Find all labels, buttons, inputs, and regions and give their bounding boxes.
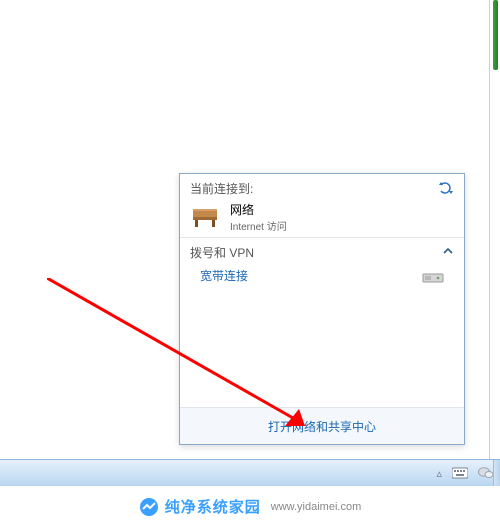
open-network-center-button[interactable]: 打开网络和共享中心 — [262, 417, 382, 436]
show-desktop-button[interactable] — [493, 460, 500, 486]
dialup-item-label: 宽带连接 — [200, 267, 248, 284]
system-tray: ▵ — [436, 460, 494, 486]
network-bench-icon — [190, 203, 224, 231]
ime-icon[interactable] — [452, 466, 468, 480]
modem-icon — [422, 268, 444, 284]
side-accent — [493, 0, 498, 70]
current-connection-heading: 当前连接到: — [190, 182, 253, 196]
refresh-icon[interactable] — [438, 180, 454, 196]
flyout-footer: 打开网络和共享中心 — [180, 407, 464, 444]
watermark-url: www.yidaimei.com — [271, 501, 361, 513]
watermark-strip: 纯净系统家园 www.yidaimei.com — [0, 486, 500, 527]
watermark-text: 纯净系统家园 — [165, 496, 261, 517]
dialup-heading: 拨号和 VPN — [190, 246, 254, 260]
chevron-up-icon[interactable] — [442, 245, 454, 257]
taskbar: ▵ — [0, 459, 500, 486]
current-connection-section: 当前连接到: 网络 Internet 访问 — [180, 174, 464, 237]
connection-text: 网络 Internet 访问 — [230, 201, 287, 233]
watermark-logo-icon — [139, 497, 159, 517]
connection-row[interactable]: 网络 Internet 访问 — [190, 201, 454, 233]
connection-name: 网络 — [230, 203, 254, 217]
dialup-vpn-section: 拨号和 VPN 宽带连接 — [180, 238, 464, 407]
tray-chevron-icon[interactable]: ▵ — [436, 467, 442, 480]
chat-icon[interactable] — [478, 466, 494, 480]
connection-status: Internet 访问 — [230, 218, 287, 233]
dialup-item[interactable]: 宽带连接 — [190, 261, 454, 290]
network-flyout: 当前连接到: 网络 Internet 访问 — [179, 173, 465, 445]
